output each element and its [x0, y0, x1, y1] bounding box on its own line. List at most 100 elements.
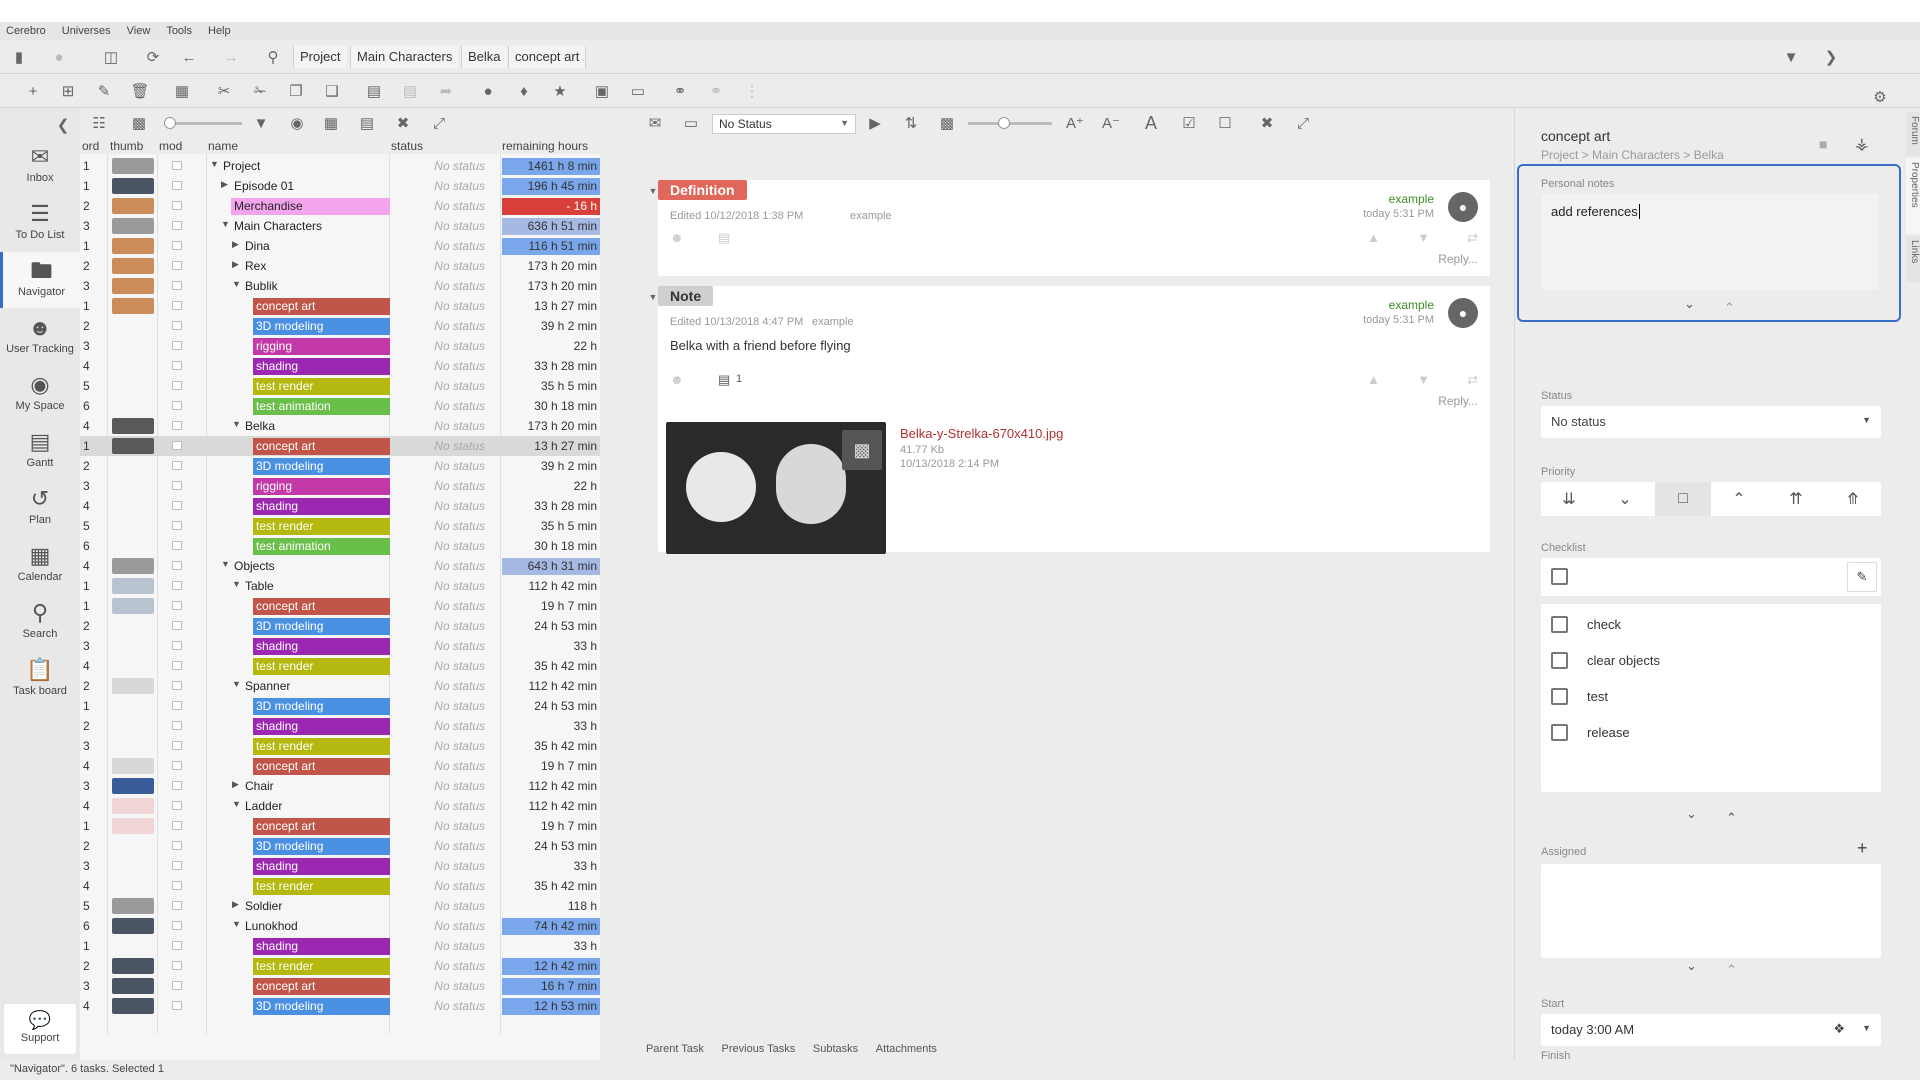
row-thumbnail[interactable]: [112, 178, 154, 194]
attachment-filename[interactable]: Belka-y-Strelka-670x410.jpg: [900, 426, 1063, 441]
checklist-checkbox[interactable]: [1551, 688, 1568, 705]
row-name[interactable]: Lunokhod: [242, 918, 301, 935]
row-name[interactable]: test animation: [253, 398, 390, 415]
zoom-slider[interactable]: [968, 117, 1052, 129]
table-row[interactable]: 2 3D modeling No status 24 h 53 min: [80, 616, 600, 636]
slider-handle[interactable]: [998, 117, 1010, 129]
row-mod-icon[interactable]: [172, 421, 182, 430]
row-name[interactable]: Dina: [242, 238, 273, 255]
table-row[interactable]: 3 ▼ Bublik No status 173 h 20 min: [80, 276, 600, 296]
collapse-all-icon[interactable]: ✖: [392, 112, 414, 134]
menu-cerebro[interactable]: Cerebro: [6, 25, 46, 37]
row-status[interactable]: No status: [391, 839, 485, 853]
row-mod-icon[interactable]: [172, 881, 182, 890]
row-status[interactable]: No status: [391, 999, 485, 1013]
table-row[interactable]: 1 ▼ Table No status 112 h 42 min: [80, 576, 600, 596]
table-row[interactable]: 3 rigging No status 22 h: [80, 476, 600, 496]
unlink-icon[interactable]: ⚭: [705, 80, 727, 102]
row-name[interactable]: Main Characters: [231, 218, 325, 235]
row-mod-icon[interactable]: [172, 241, 182, 250]
row-mod-icon[interactable]: [172, 461, 182, 470]
table-row[interactable]: 3 shading No status 33 h: [80, 856, 600, 876]
breadcrumb-project[interactable]: Project: [293, 46, 347, 68]
row-status[interactable]: No status: [391, 419, 485, 433]
checklist-checkbox[interactable]: [1551, 724, 1568, 741]
cut-icon[interactable]: ✂: [213, 80, 235, 102]
expand-all-icon[interactable]: ⤢: [1292, 112, 1314, 134]
support-button[interactable]: 💬 Support: [4, 1004, 76, 1054]
table-row[interactable]: 1 ▶ Episode 01 No status 196 h 45 min: [80, 176, 600, 196]
collapse-icon[interactable]: ▶: [232, 779, 239, 790]
row-mod-icon[interactable]: [172, 901, 182, 910]
table-row[interactable]: 2 shading No status 33 h: [80, 716, 600, 736]
expand-icon[interactable]: ▼: [232, 799, 241, 809]
square-icon[interactable]: ☐: [1214, 112, 1236, 134]
add-subtask-icon[interactable]: ⊞: [57, 80, 79, 102]
expand-icon[interactable]: ▼: [232, 919, 241, 929]
table-row[interactable]: 1 ▼ Project No status 1461 h 8 min: [80, 156, 600, 176]
row-mod-icon[interactable]: [172, 721, 182, 730]
row-thumbnail[interactable]: [112, 218, 154, 234]
row-mod-icon[interactable]: [172, 601, 182, 610]
like-icon[interactable]: ▲: [1367, 372, 1380, 387]
row-name[interactable]: shading: [253, 938, 390, 955]
edit-icon[interactable]: ✎: [93, 80, 115, 102]
row-name[interactable]: 3D modeling: [253, 318, 390, 335]
row-name[interactable]: shading: [253, 718, 390, 735]
row-status[interactable]: No status: [391, 959, 485, 973]
table-row[interactable]: 4 3D modeling No status 12 h 53 min: [80, 996, 600, 1016]
row-thumbnail[interactable]: [112, 278, 154, 294]
chevron-right-icon[interactable]: ❯: [1820, 46, 1842, 68]
row-mod-icon[interactable]: [172, 381, 182, 390]
personal-notes-input[interactable]: add references: [1541, 194, 1879, 290]
row-thumbnail[interactable]: [112, 198, 154, 214]
row-name[interactable]: Soldier: [242, 898, 285, 915]
row-mod-icon[interactable]: [172, 541, 182, 550]
structure-icon[interactable]: ▦: [171, 80, 193, 102]
pin-icon[interactable]: ❖: [1833, 1021, 1845, 1037]
row-name[interactable]: 3D modeling: [253, 838, 390, 855]
row-thumbnail[interactable]: [112, 998, 154, 1014]
translate-icon[interactable]: ⇄: [1467, 230, 1478, 246]
bell-icon[interactable]: ♦: [513, 80, 535, 102]
mail-icon[interactable]: ✉: [644, 112, 666, 134]
document-icon[interactable]: ▤: [718, 230, 730, 246]
layout-icon[interactable]: ◫: [100, 46, 122, 68]
row-mod-icon[interactable]: [172, 641, 182, 650]
row-mod-icon[interactable]: [172, 821, 182, 830]
row-mod-icon[interactable]: [172, 561, 182, 570]
table-row[interactable]: 3 shading No status 33 h: [80, 636, 600, 656]
expand-icon[interactable]: ▼: [221, 559, 230, 569]
column-mod[interactable]: mod: [159, 139, 182, 153]
paste-icon[interactable]: ▤: [363, 80, 385, 102]
assigned-list[interactable]: [1541, 864, 1881, 958]
row-mod-icon[interactable]: [172, 481, 182, 490]
start-date-field[interactable]: today 3:00 AM ❖ ▼: [1541, 1014, 1881, 1046]
breadcrumb-main-characters[interactable]: Main Characters: [350, 46, 459, 68]
sort-icon[interactable]: ⇅: [900, 112, 922, 134]
row-name[interactable]: concept art: [253, 298, 390, 315]
table-row[interactable]: 1 3D modeling No status 24 h 53 min: [80, 696, 600, 716]
tab-links[interactable]: Links: [1906, 236, 1920, 282]
row-name[interactable]: test render: [253, 958, 390, 975]
column-ord[interactable]: ord: [82, 139, 99, 153]
row-name[interactable]: Episode 01: [231, 178, 297, 195]
row-mod-icon[interactable]: [172, 501, 182, 510]
row-mod-icon[interactable]: [172, 961, 182, 970]
row-mod-icon[interactable]: [172, 441, 182, 450]
eye-icon[interactable]: ◉: [286, 112, 308, 134]
table-row[interactable]: 2 test render No status 12 h 42 min: [80, 956, 600, 976]
table-row[interactable]: 2 Merchandise No status - 16 h: [80, 196, 600, 216]
row-status[interactable]: No status: [391, 239, 485, 253]
row-status[interactable]: No status: [391, 319, 485, 333]
attachment-thumbnail[interactable]: ▩: [666, 422, 886, 554]
row-status[interactable]: No status: [391, 359, 485, 373]
expand-icon[interactable]: ▼: [232, 679, 241, 689]
reply-link[interactable]: Reply...: [1438, 394, 1478, 408]
row-status[interactable]: No status: [391, 299, 485, 313]
row-status[interactable]: No status: [391, 979, 485, 993]
row-name[interactable]: concept art: [253, 818, 390, 835]
row-status[interactable]: No status: [391, 599, 485, 613]
expand-icon[interactable]: ▼: [232, 279, 241, 289]
table-row[interactable]: 2 ▶ Rex No status 173 h 20 min: [80, 256, 600, 276]
